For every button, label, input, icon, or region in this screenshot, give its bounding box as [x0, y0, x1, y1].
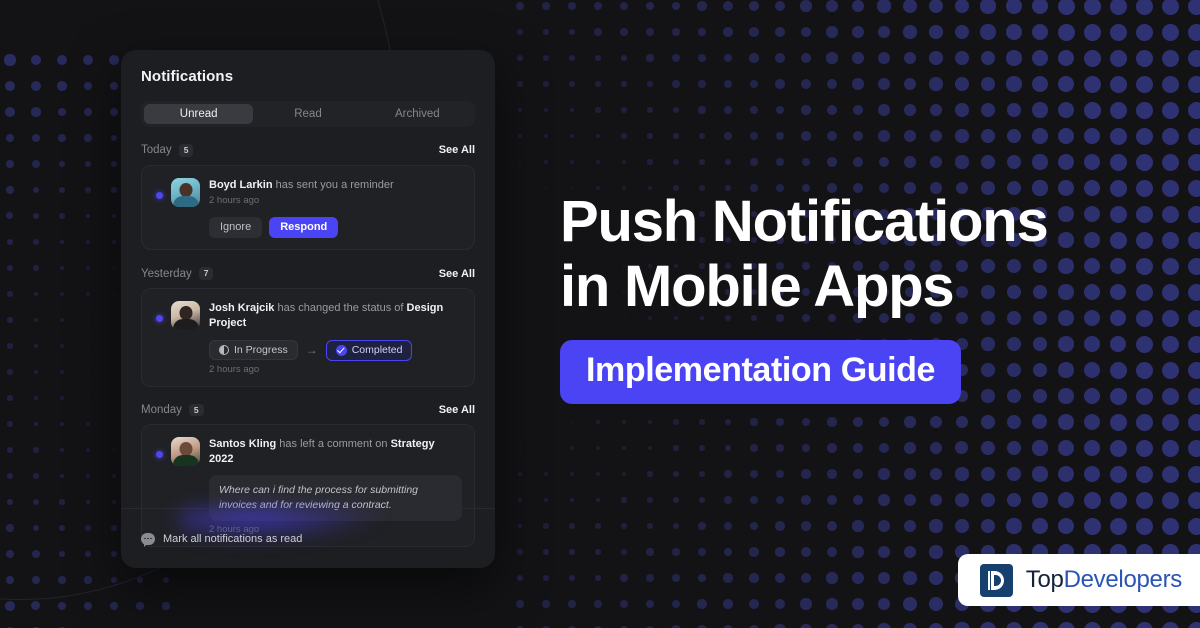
- avatar: [171, 437, 200, 467]
- ignore-button[interactable]: Ignore: [209, 217, 263, 239]
- unread-indicator-dot: [156, 314, 163, 322]
- section-label-group: Today 5: [141, 144, 194, 157]
- action-text: has sent you a reminder: [275, 178, 394, 191]
- notification-card-reminder[interactable]: Boyd Larkin has sent you a reminder 2 ho…: [141, 164, 475, 251]
- check-circle-icon: [335, 344, 347, 356]
- sender-name: Santos Kling: [209, 438, 277, 451]
- card-content: Josh Krajcik has changed the status of D…: [171, 300, 462, 375]
- see-all-link-today[interactable]: See All: [439, 144, 475, 156]
- avatar: [171, 300, 200, 330]
- timestamp: 2 hours ago: [209, 195, 260, 207]
- status-to-label: Completed: [351, 343, 403, 356]
- logo-text-developers: Developers: [1063, 566, 1183, 593]
- sender-name: Boyd Larkin: [209, 178, 273, 191]
- arrow-right-icon: →: [305, 343, 318, 358]
- panel-footer: Mark all notifications as read: [121, 508, 495, 568]
- status-badge-in-progress: In Progress: [209, 339, 298, 361]
- action-text: has left a comment on: [279, 438, 388, 451]
- sender-name: Josh Krajcik: [209, 301, 275, 314]
- section-label-group: Yesterday 7: [141, 267, 214, 280]
- headline-line-1: Push Notifications: [560, 189, 1049, 254]
- section-header-today: Today 5 See All: [141, 144, 475, 157]
- notification-card-status[interactable]: Josh Krajcik has changed the status of D…: [141, 287, 475, 387]
- see-all-link-yesterday[interactable]: See All: [439, 268, 475, 280]
- logo-text: TopDevelopers: [1025, 566, 1183, 594]
- notification-text: Boyd Larkin has sent you a reminder: [209, 178, 462, 193]
- section-label: Monday: [141, 403, 182, 416]
- subtitle-badge: Implementation Guide: [560, 339, 962, 404]
- card-main: Josh Krajcik has changed the status of D…: [209, 301, 462, 375]
- tab-read[interactable]: Read: [253, 104, 362, 124]
- section-header-yesterday: Yesterday 7 See All: [141, 267, 475, 280]
- section-label: Today: [141, 144, 172, 157]
- clock-icon: [219, 345, 229, 356]
- tab-archived[interactable]: Archived: [363, 104, 472, 124]
- avatar: [171, 177, 200, 207]
- notifications-panel-body: Notifications Unread Read Archived Today…: [121, 50, 495, 548]
- timestamp: 2 hours ago: [209, 363, 260, 375]
- card-content: Boyd Larkin has sent you a reminder 2 ho…: [171, 177, 462, 239]
- unread-indicator-dot: [156, 191, 163, 199]
- logo-mark-icon: [979, 563, 1013, 597]
- action-buttons: Ignore Respond: [209, 217, 462, 239]
- notification-tabs: Unread Read Archived: [141, 101, 475, 127]
- status-badge-completed: Completed: [325, 339, 413, 361]
- section-label: Yesterday: [141, 267, 192, 280]
- respond-button[interactable]: Respond: [269, 217, 339, 239]
- see-all-link-monday[interactable]: See All: [439, 404, 475, 416]
- banner-stage: Notifications Unread Read Archived Today…: [0, 0, 1200, 628]
- mark-all-read-label: Mark all notifications as read: [163, 532, 303, 545]
- section-header-monday: Monday 5 See All: [141, 403, 475, 417]
- section-count-badge: 7: [198, 267, 214, 280]
- logo-text-top: Top: [1025, 566, 1064, 593]
- notification-text: Josh Krajcik has changed the status of D…: [209, 301, 462, 331]
- notification-text: Santos Kling has left a comment on Strat…: [209, 437, 462, 467]
- mark-all-read-button[interactable]: Mark all notifications as read: [141, 532, 303, 547]
- section-count-badge: 5: [178, 144, 194, 157]
- chat-bubble-icon: [141, 532, 155, 547]
- headline: Push Notifications in Mobile Apps: [560, 189, 1180, 320]
- page-title: Notifications: [141, 68, 234, 85]
- action-text: has changed the status of: [277, 301, 404, 314]
- card-main: Boyd Larkin has sent you a reminder 2 ho…: [209, 178, 462, 239]
- tab-unread[interactable]: Unread: [144, 104, 254, 124]
- status-change-row: In Progress → Completed: [209, 339, 462, 361]
- unread-indicator-dot: [156, 451, 163, 459]
- notifications-panel: Notifications Unread Read Archived Today…: [121, 50, 495, 568]
- status-from-label: In Progress: [234, 343, 288, 356]
- section-label-group: Monday 5: [141, 403, 204, 417]
- headline-line-2: in Mobile Apps: [560, 253, 955, 319]
- section-count-badge: 5: [188, 403, 204, 417]
- topdevelopers-logo: TopDevelopers: [957, 554, 1200, 606]
- hero-text-block: Push Notifications in Mobile Apps Implem…: [560, 189, 1180, 404]
